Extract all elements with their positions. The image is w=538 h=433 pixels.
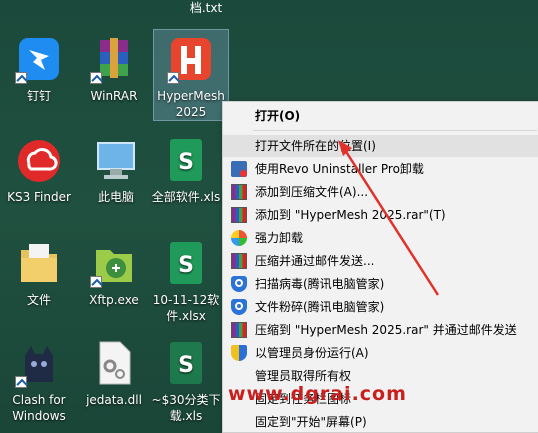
watermark: www.dgrai.com [228, 383, 407, 405]
annotation-arrow-icon [338, 140, 440, 296]
